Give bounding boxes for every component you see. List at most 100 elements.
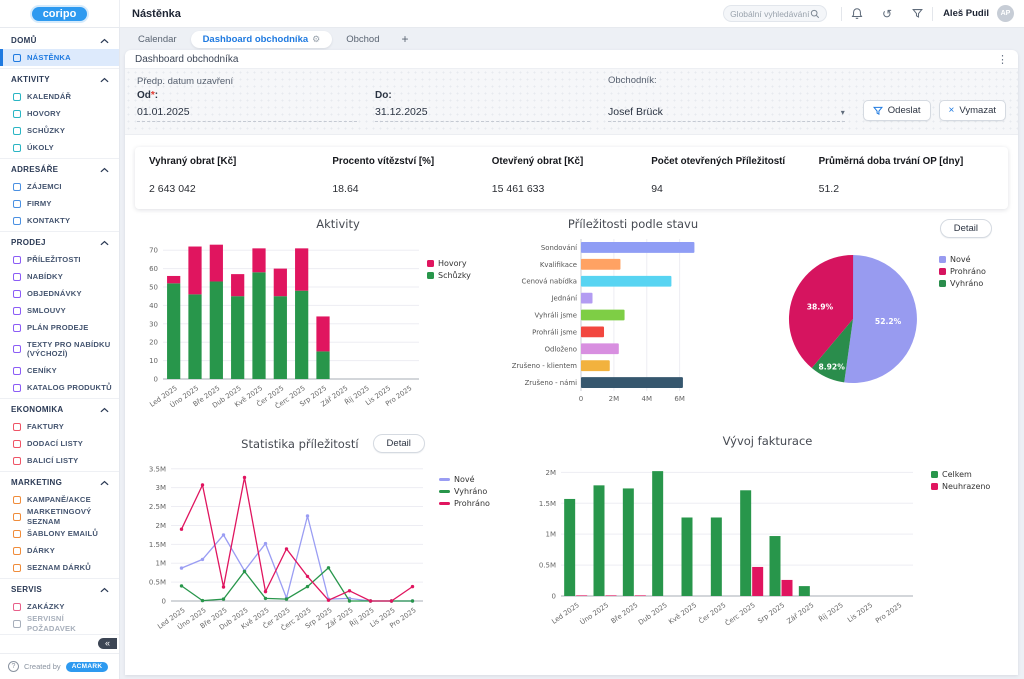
user-name[interactable]: Aleš Pudil [943,8,989,19]
chevron-up-icon[interactable] [100,580,109,598]
help-icon[interactable]: ? [8,661,19,672]
sidebar-item-hovory[interactable]: HOVORY [0,105,119,122]
sidebar-item-texty-pro-nab-dku-v-choz-[interactable]: TEXTY PRO NABÍDKU (VÝCHOZÍ) [0,336,119,362]
sidebar-section: DOMŮ NÁSTĚNKA [0,30,119,69]
tab-bar: CalendarDashboard obchodníka⚙Obchod+ [120,28,1024,50]
sidebar-section: AKTIVITYKALENDÁŘHOVORY SCHŮZKY ÚKOLY [0,69,119,159]
kebab-menu-icon[interactable]: ⋮ [997,53,1008,66]
sales-plan-icon [13,324,21,332]
chevron-up-icon[interactable] [100,233,109,251]
svg-text:Prohráli jsme: Prohráli jsme [532,328,577,336]
sidebar-item-pl-n-prodeje[interactable]: PLÁN PRODEJE [0,319,119,336]
svg-text:Zář 2025: Zář 2025 [785,601,815,625]
submit-button[interactable]: Odeslat [863,100,931,121]
tab-obchod[interactable]: Obchod [334,31,391,48]
kpi-item: Vyhraný obrat [Kč]2 643 042 [149,156,332,195]
filter-icon[interactable] [909,6,925,22]
svg-text:Led 2025: Led 2025 [550,601,580,626]
marketing-list-icon [13,513,21,521]
tab-settings-gear-icon[interactable]: ⚙ [312,34,320,45]
sidebar-item--koly[interactable]: ÚKOLY [0,139,119,156]
sidebar-item-zak-zky[interactable]: ZAKÁZKY [0,598,119,615]
sidebar-item-label: NÁSTĚNKA [27,53,71,62]
gift-list-icon [13,564,21,572]
legend-label: Nové [950,255,971,264]
sidebar-item-kontakty[interactable]: KONTAKTY [0,212,119,229]
svg-text:1.5M: 1.5M [539,500,556,508]
svg-text:10: 10 [149,357,158,365]
search-input[interactable] [730,9,810,19]
sidebar-section-header[interactable]: DOMŮ [0,31,119,49]
order-icon [13,290,21,298]
sidebar-item-katalog-produkt-[interactable]: KATALOG PRODUKTŮ [0,379,119,396]
chevron-up-icon[interactable] [100,400,109,418]
sidebar-section-header[interactable]: MARKETING [0,473,119,491]
sidebar-item-kalend-[interactable]: KALENDÁŘ [0,88,119,105]
detail-button[interactable]: Detail [940,219,992,238]
legend-item: Celkem [931,470,990,479]
global-search[interactable] [723,5,827,22]
sidebar-item-d-rky[interactable]: DÁRKY [0,542,119,559]
clear-button[interactable]: × Vymazat [939,100,1006,121]
salesman-select[interactable]: Josef Brück▾ [608,104,845,122]
sidebar-item-cen-ky[interactable]: CENÍKY [0,362,119,379]
sidebar-item-faktury[interactable]: FAKTURY [0,418,119,435]
sidebar-item-firmy[interactable]: FIRMY [0,195,119,212]
meeting-icon [13,127,21,135]
sidebar-item-nab-dky[interactable]: NABÍDKY [0,268,119,285]
svg-text:4M: 4M [642,395,653,403]
sidebar-item-seznam-d-rk-[interactable]: SEZNAM DÁRKŮ [0,559,119,576]
sidebar-item-servisn-po-adavek[interactable]: SERVISNÍ POŽADAVEK [0,615,119,632]
legend-item: Vyhráno [939,279,986,288]
chevron-up-icon[interactable] [100,160,109,178]
chevron-up-icon[interactable] [100,70,109,88]
sidebar-item-n-st-nka[interactable]: NÁSTĚNKA [0,49,119,66]
svg-text:0.5M: 0.5M [539,562,556,570]
legend-swatch [931,471,938,478]
sidebar-item-label: FAKTURY [27,422,64,431]
charts-row-2: Statistika příležitostí Detail 00.5M1M1.… [137,434,1006,656]
detail-button[interactable]: Detail [373,434,425,453]
tab-calendar[interactable]: Calendar [126,31,189,48]
sidebar-item-balic-listy[interactable]: BALICÍ LISTY [0,452,119,469]
sidebar-item-label: TEXTY PRO NABÍDKU (VÝCHOZÍ) [27,340,115,358]
kpi-label: Vyhraný obrat [Kč] [149,156,332,167]
date-from-input[interactable]: 01.01.2025 [137,104,357,122]
svg-text:52.2%: 52.2% [875,317,902,326]
sidebar-section-header[interactable]: EKONOMIKA [0,400,119,418]
avatar[interactable]: AP [997,5,1014,22]
tab-dashboard-obchodn-ka[interactable]: Dashboard obchodníka⚙ [191,31,333,48]
quote-text-icon [13,345,21,353]
svg-text:Srp 2025: Srp 2025 [756,601,786,625]
svg-text:Jednání: Jednání [550,295,578,303]
sidebar-collapse-button[interactable]: « [98,638,117,649]
sidebar-item-objedn-vky[interactable]: OBJEDNÁVKY [0,285,119,302]
opportunity-statistics-title: Statistika příležitostí [241,437,358,451]
sidebar-item-dodac-listy[interactable]: DODACÍ LISTY [0,435,119,452]
chevron-up-icon[interactable] [100,473,109,491]
notifications-bell-icon[interactable] [849,6,865,22]
sidebar-item-label: SMLOUVY [27,306,66,315]
opportunities-pie-chart: Detail 52.2%8.92%38.9%NovéProhránoVyhrán… [767,217,1006,398]
acmark-brand-badge[interactable]: ACMARK [66,662,109,672]
sidebar-item-z-jemci[interactable]: ZÁJEMCI [0,178,119,195]
sidebar-item-smlouvy[interactable]: SMLOUVY [0,302,119,319]
chevron-up-icon[interactable] [100,31,109,49]
contract-icon [13,307,21,315]
history-icon[interactable]: ↺ [879,6,895,22]
coripo-logo[interactable]: coripo [32,7,88,21]
date-to-input[interactable]: 31.12.2025 [375,104,590,122]
quote-icon [13,273,21,281]
sidebar-item-marketingov-seznam[interactable]: MARKETINGOVÝ SEZNAM [0,508,119,525]
sidebar-section-header[interactable]: ADRESÁŘE [0,160,119,178]
sidebar-section: PRODEJPŘÍLEŽITOSTINABÍDKYOBJEDNÁVKY SMLOU… [0,232,119,399]
sidebar-item-label: SCHŮZKY [27,126,65,135]
new-tab-button[interactable]: + [394,32,417,46]
sidebar-section-header[interactable]: AKTIVITY [0,70,119,88]
sidebar-section-header[interactable]: PRODEJ [0,233,119,251]
sidebar-item-kampan-akce[interactable]: KAMPANĚ/AKCE [0,491,119,508]
sidebar-item--ablony-email-[interactable]: ŠABLONY EMAILŮ [0,525,119,542]
sidebar-item-p-le-itosti[interactable]: PŘÍLEŽITOSTI [0,251,119,268]
sidebar-section-header[interactable]: SERVIS [0,580,119,598]
sidebar-item-sch-zky[interactable]: SCHŮZKY [0,122,119,139]
